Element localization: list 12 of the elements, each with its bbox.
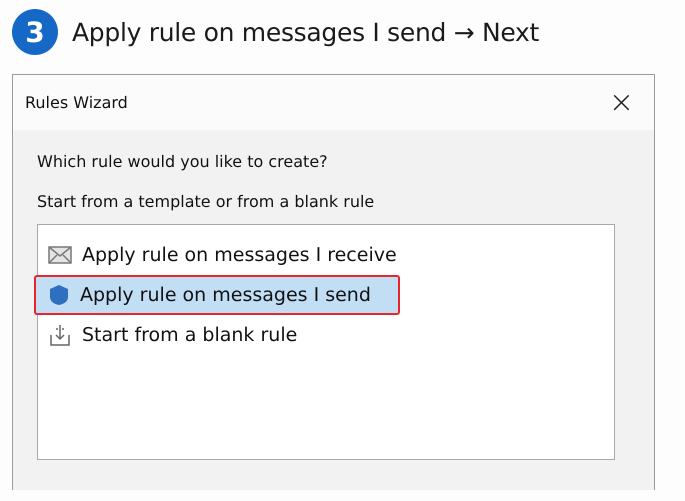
step-number: 3: [12, 9, 58, 55]
instruction-text: Start from a template or from a blank rule: [37, 192, 376, 211]
window-title: Rules Wizard: [25, 93, 128, 112]
step-title: Apply rule on messages I send → Next: [72, 18, 540, 46]
download-icon: [48, 323, 72, 347]
question-text: Which rule would you like to create?: [37, 152, 329, 171]
close-button[interactable]: ×: [604, 88, 638, 118]
template-item[interactable]: Apply rule on messages I send: [34, 275, 400, 315]
template-item[interactable]: Apply rule on messages I receive: [38, 235, 614, 275]
template-item[interactable]: Start from a blank rule: [38, 315, 614, 355]
shield-icon: [48, 284, 70, 306]
envelope-icon: [48, 245, 72, 265]
